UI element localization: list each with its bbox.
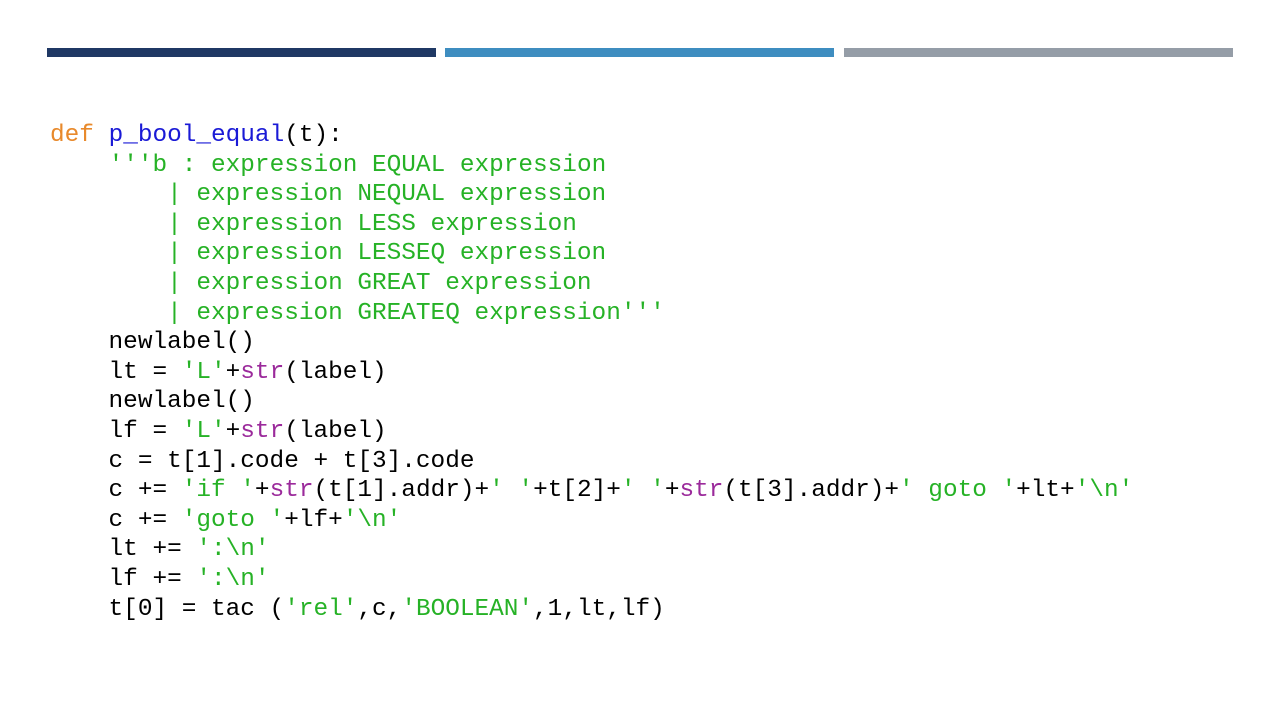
code-text-token: c += xyxy=(50,477,182,505)
string-token: 'rel' xyxy=(284,595,358,623)
header-accent-bar-blue xyxy=(445,48,834,57)
code-line: | expression GREAT expression xyxy=(50,269,1133,299)
string-token: 'if ' xyxy=(181,477,255,505)
code-text-token: t[0] = tac ( xyxy=(50,595,285,623)
code-line: | expression GREATEQ expression''' xyxy=(50,299,1133,329)
code-line: | expression LESS expression xyxy=(50,210,1133,240)
string-token: | expression GREATEQ expression''' xyxy=(50,299,665,327)
string-token: | expression LESS expression xyxy=(50,210,577,238)
code-line: lt = 'L'+str(label) xyxy=(50,358,1133,388)
code-text-token: c += xyxy=(50,506,182,534)
code-line: def p_bool_equal(t): xyxy=(50,121,1133,151)
code-text-token: (label) xyxy=(284,417,387,445)
code-line: c += 'goto '+lf+'\n' xyxy=(50,506,1133,536)
code-text-token: (t[1].addr)+ xyxy=(313,477,490,505)
string-token: ':\n' xyxy=(196,565,270,593)
string-token: ' ' xyxy=(489,477,534,505)
code-text-token: ,1,lt,lf) xyxy=(533,595,665,623)
string-token: | expression LESSEQ expression xyxy=(50,240,607,268)
code-line: '''b : expression EQUAL expression xyxy=(50,151,1133,181)
code-text-token: (t): xyxy=(284,122,343,149)
code-text-token: +t[2]+ xyxy=(533,477,621,505)
string-token: '\n' xyxy=(1074,477,1134,505)
code-line: newlabel() xyxy=(50,328,1133,358)
string-token: | expression GREAT expression xyxy=(50,269,592,297)
code-text-token: ,c, xyxy=(357,595,402,623)
header-accent-bar-dark xyxy=(47,48,436,57)
code-text-token: + xyxy=(225,417,241,445)
code-text-token: c = t[1].code + t[3].code xyxy=(50,447,475,475)
code-line: | expression NEQUAL expression xyxy=(50,180,1133,210)
code-text-token: + xyxy=(254,477,270,505)
string-token: '''b : expression EQUAL expression xyxy=(108,151,607,179)
builtin-token: str xyxy=(679,477,724,505)
string-token: 'goto ' xyxy=(181,506,285,534)
string-token: '\n' xyxy=(342,506,402,534)
code-text-token: + xyxy=(225,358,241,386)
string-token: ':\n' xyxy=(196,536,270,564)
string-token: 'L' xyxy=(181,417,226,445)
builtin-token: str xyxy=(240,417,285,445)
code-line: lf = 'L'+str(label) xyxy=(50,417,1133,447)
code-text-token: lf = xyxy=(50,417,182,445)
code-text-token: (t[3].addr)+ xyxy=(723,477,900,505)
code-line: c = t[1].code + t[3].code xyxy=(50,447,1133,477)
keyword-token: def xyxy=(50,122,94,149)
code-text-token: +lt+ xyxy=(1016,477,1075,505)
code-line: c += 'if '+str(t[1].addr)+' '+t[2]+' '+s… xyxy=(50,476,1134,506)
code-text-token: newlabel() xyxy=(50,329,255,357)
code-line: t[0] = tac ('rel',c,'BOOLEAN',1,lt,lf) xyxy=(50,595,1133,625)
header-accent-bar-gray xyxy=(844,48,1233,57)
code-text-token: +lf+ xyxy=(284,506,343,534)
code-text-token: lt = xyxy=(50,358,182,386)
code-line: lt += ':\n' xyxy=(50,535,1133,565)
code-text-token: + xyxy=(664,477,680,505)
code-line: | expression LESSEQ expression xyxy=(50,239,1133,269)
builtin-token: str xyxy=(269,477,314,505)
builtin-token: str xyxy=(240,358,285,386)
string-token: 'L' xyxy=(181,358,226,386)
code-text-token: (label) xyxy=(284,358,387,386)
code-text-token: newlabel() xyxy=(50,388,255,416)
code-line: newlabel() xyxy=(50,387,1133,417)
code-line: lf += ':\n' xyxy=(50,565,1133,595)
code-text-token: lt += xyxy=(50,536,197,564)
code-text-token: lf += xyxy=(50,565,197,593)
string-token: 'BOOLEAN' xyxy=(401,595,534,623)
string-token: ' goto ' xyxy=(899,477,1017,505)
string-token: | expression NEQUAL expression xyxy=(50,181,607,209)
function-name-token: p_bool_equal xyxy=(108,122,285,149)
string-token: ' ' xyxy=(620,477,665,505)
code-block: def p_bool_equal(t): '''b : expression E… xyxy=(50,121,1133,624)
